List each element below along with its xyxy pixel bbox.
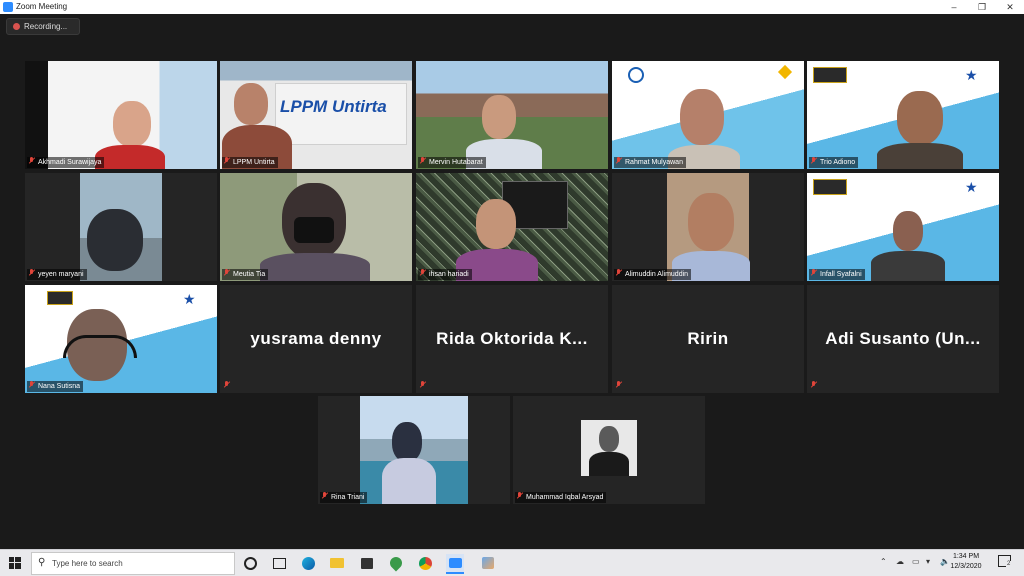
video-tile-yeyen[interactable]: yeyen maryani <box>25 173 217 281</box>
participant-display-name: Ririn <box>687 329 729 348</box>
video-tile-nana[interactable]: ★ Nana Sutisna <box>25 285 217 393</box>
video-tile-meutia[interactable]: Meutia Tia <box>220 173 412 281</box>
video-tile-lppm[interactable]: LPPM Untirta LPPM Untirta <box>220 61 412 169</box>
video-tile-ririn-camera-off[interactable]: Ririn <box>612 285 804 393</box>
recording-label: Recording... <box>24 22 68 31</box>
participant-display-name: Rida Oktorida K... <box>436 329 588 348</box>
muted-mic-icon <box>616 269 622 277</box>
participant-name: Rina Triani <box>320 492 368 503</box>
recording-indicator[interactable]: Recording... <box>6 18 80 35</box>
search-placeholder: Type here to search <box>52 559 123 568</box>
star-logo-icon: ★ <box>965 67 978 83</box>
event-logo-icon <box>47 291 73 305</box>
participant-name: yeyen maryani <box>27 269 87 280</box>
event-logo-icon <box>813 67 847 83</box>
cortana-icon[interactable] <box>241 554 259 572</box>
search-icon: ⚲ <box>38 557 46 568</box>
muted-indicator <box>809 381 823 392</box>
participant-name: Alimuddin Alimuddin <box>614 269 692 280</box>
muted-mic-icon <box>517 492 523 500</box>
muted-mic-icon <box>224 157 230 165</box>
video-tile-rina[interactable]: Rina Triani <box>318 396 510 504</box>
store-icon[interactable] <box>358 554 376 572</box>
clock-date: 12/3/2020 <box>950 563 982 570</box>
file-explorer-icon[interactable] <box>328 554 346 572</box>
network-icon[interactable]: ▾ <box>926 557 930 566</box>
task-view-icon[interactable] <box>270 554 288 572</box>
participant-name: Mervin Hutabarat <box>418 157 486 168</box>
muted-mic-icon <box>29 157 35 165</box>
participant-name: Meutia Tia <box>222 269 269 280</box>
taskbar-search-box[interactable]: ⚲ Type here to search <box>31 552 235 575</box>
recording-dot-icon <box>13 23 20 30</box>
notification-count: 2 <box>1006 561 1012 567</box>
taskbar-clock[interactable]: 1:34 PM 12/3/2020 <box>946 552 986 572</box>
muted-mic-icon <box>616 381 622 389</box>
event-logo-icon <box>813 179 847 195</box>
lppm-logo-text: LPPM Untirta <box>280 97 387 116</box>
notification-center-icon[interactable]: 2 <box>998 555 1012 567</box>
emblem-icon <box>628 67 644 83</box>
video-tile-rida-camera-off[interactable]: Rida Oktorida K... <box>416 285 608 393</box>
window-titlebar: Zoom Meeting – ❐ ✕ <box>0 0 1024 14</box>
muted-mic-icon <box>811 381 817 389</box>
participant-display-name: Adi Susanto (Un... <box>825 329 981 348</box>
video-tile-trio-active-speaker[interactable]: ★ Trio Adiono <box>807 61 999 169</box>
zoom-app-icon <box>3 2 13 12</box>
video-tile-alimuddin[interactable]: Alimuddin Alimuddin <box>612 173 804 281</box>
participant-name: LPPM Untirta <box>222 157 278 168</box>
star-logo-icon: ★ <box>965 179 978 195</box>
start-button[interactable] <box>6 554 24 572</box>
zoom-taskbar-icon[interactable] <box>446 554 464 574</box>
participant-name: Akhmadi Surawijaya <box>27 157 105 168</box>
participant-name: Infall Syafalni <box>809 269 865 280</box>
participant-name: Rahmat Mulyawan <box>614 157 686 168</box>
muted-mic-icon <box>811 269 817 277</box>
muted-indicator <box>222 381 236 392</box>
maximize-button[interactable]: ❐ <box>972 1 992 13</box>
video-tile-muhammad-iqbal[interactable]: Muhammad Iqbal Arsyad <box>513 396 705 504</box>
minimize-button[interactable]: – <box>944 1 964 13</box>
participant-name: Nana Sutisna <box>27 381 84 392</box>
participant-name: Muhammad Iqbal Arsyad <box>515 492 607 503</box>
edge-browser-icon[interactable] <box>299 554 317 572</box>
video-tile-rahmat[interactable]: Rahmat Mulyawan <box>612 61 804 169</box>
muted-mic-icon <box>224 269 230 277</box>
muted-mic-icon <box>29 381 35 389</box>
paint-icon[interactable] <box>479 554 497 572</box>
video-tile-infall[interactable]: ★ Infall Syafalni <box>807 173 999 281</box>
maps-icon[interactable] <box>387 554 405 572</box>
clock-time: 1:34 PM <box>952 553 980 560</box>
muted-mic-icon <box>420 381 426 389</box>
muted-indicator <box>614 381 628 392</box>
participant-display-name: yusrama denny <box>250 329 382 348</box>
muted-mic-icon <box>616 157 622 165</box>
muted-mic-icon <box>29 269 35 277</box>
muted-mic-icon <box>811 157 817 165</box>
muted-mic-icon <box>420 269 426 277</box>
participant-name: ihsan hariadi <box>418 269 472 280</box>
participant-name: Trio Adiono <box>809 157 859 168</box>
muted-mic-icon <box>322 492 328 500</box>
muted-mic-icon <box>420 157 426 165</box>
video-tile-adi-camera-off[interactable]: Adi Susanto (Un... <box>807 285 999 393</box>
close-button[interactable]: ✕ <box>1000 1 1020 13</box>
video-tile-yusrama-camera-off[interactable]: yusrama denny <box>220 285 412 393</box>
video-tile-akhmadi[interactable]: Akhmadi Surawijaya <box>25 61 217 169</box>
show-hidden-icons-icon[interactable]: ⌃ <box>880 557 887 566</box>
windows-taskbar: ⚲ Type here to search ⌃ ☁ ▭ ▾ 🔈 1:34 PM … <box>0 549 1024 576</box>
video-tile-mervin[interactable]: Mervin Hutabarat <box>416 61 608 169</box>
cloud-icon[interactable]: ☁ <box>896 557 904 566</box>
battery-icon[interactable]: ▭ <box>912 557 920 566</box>
muted-mic-icon <box>224 381 230 389</box>
video-tile-ihsan[interactable]: ihsan hariadi <box>416 173 608 281</box>
chrome-icon[interactable] <box>416 554 434 572</box>
muted-indicator <box>418 381 432 392</box>
star-logo-icon: ★ <box>183 291 196 307</box>
window-title: Zoom Meeting <box>16 2 68 11</box>
